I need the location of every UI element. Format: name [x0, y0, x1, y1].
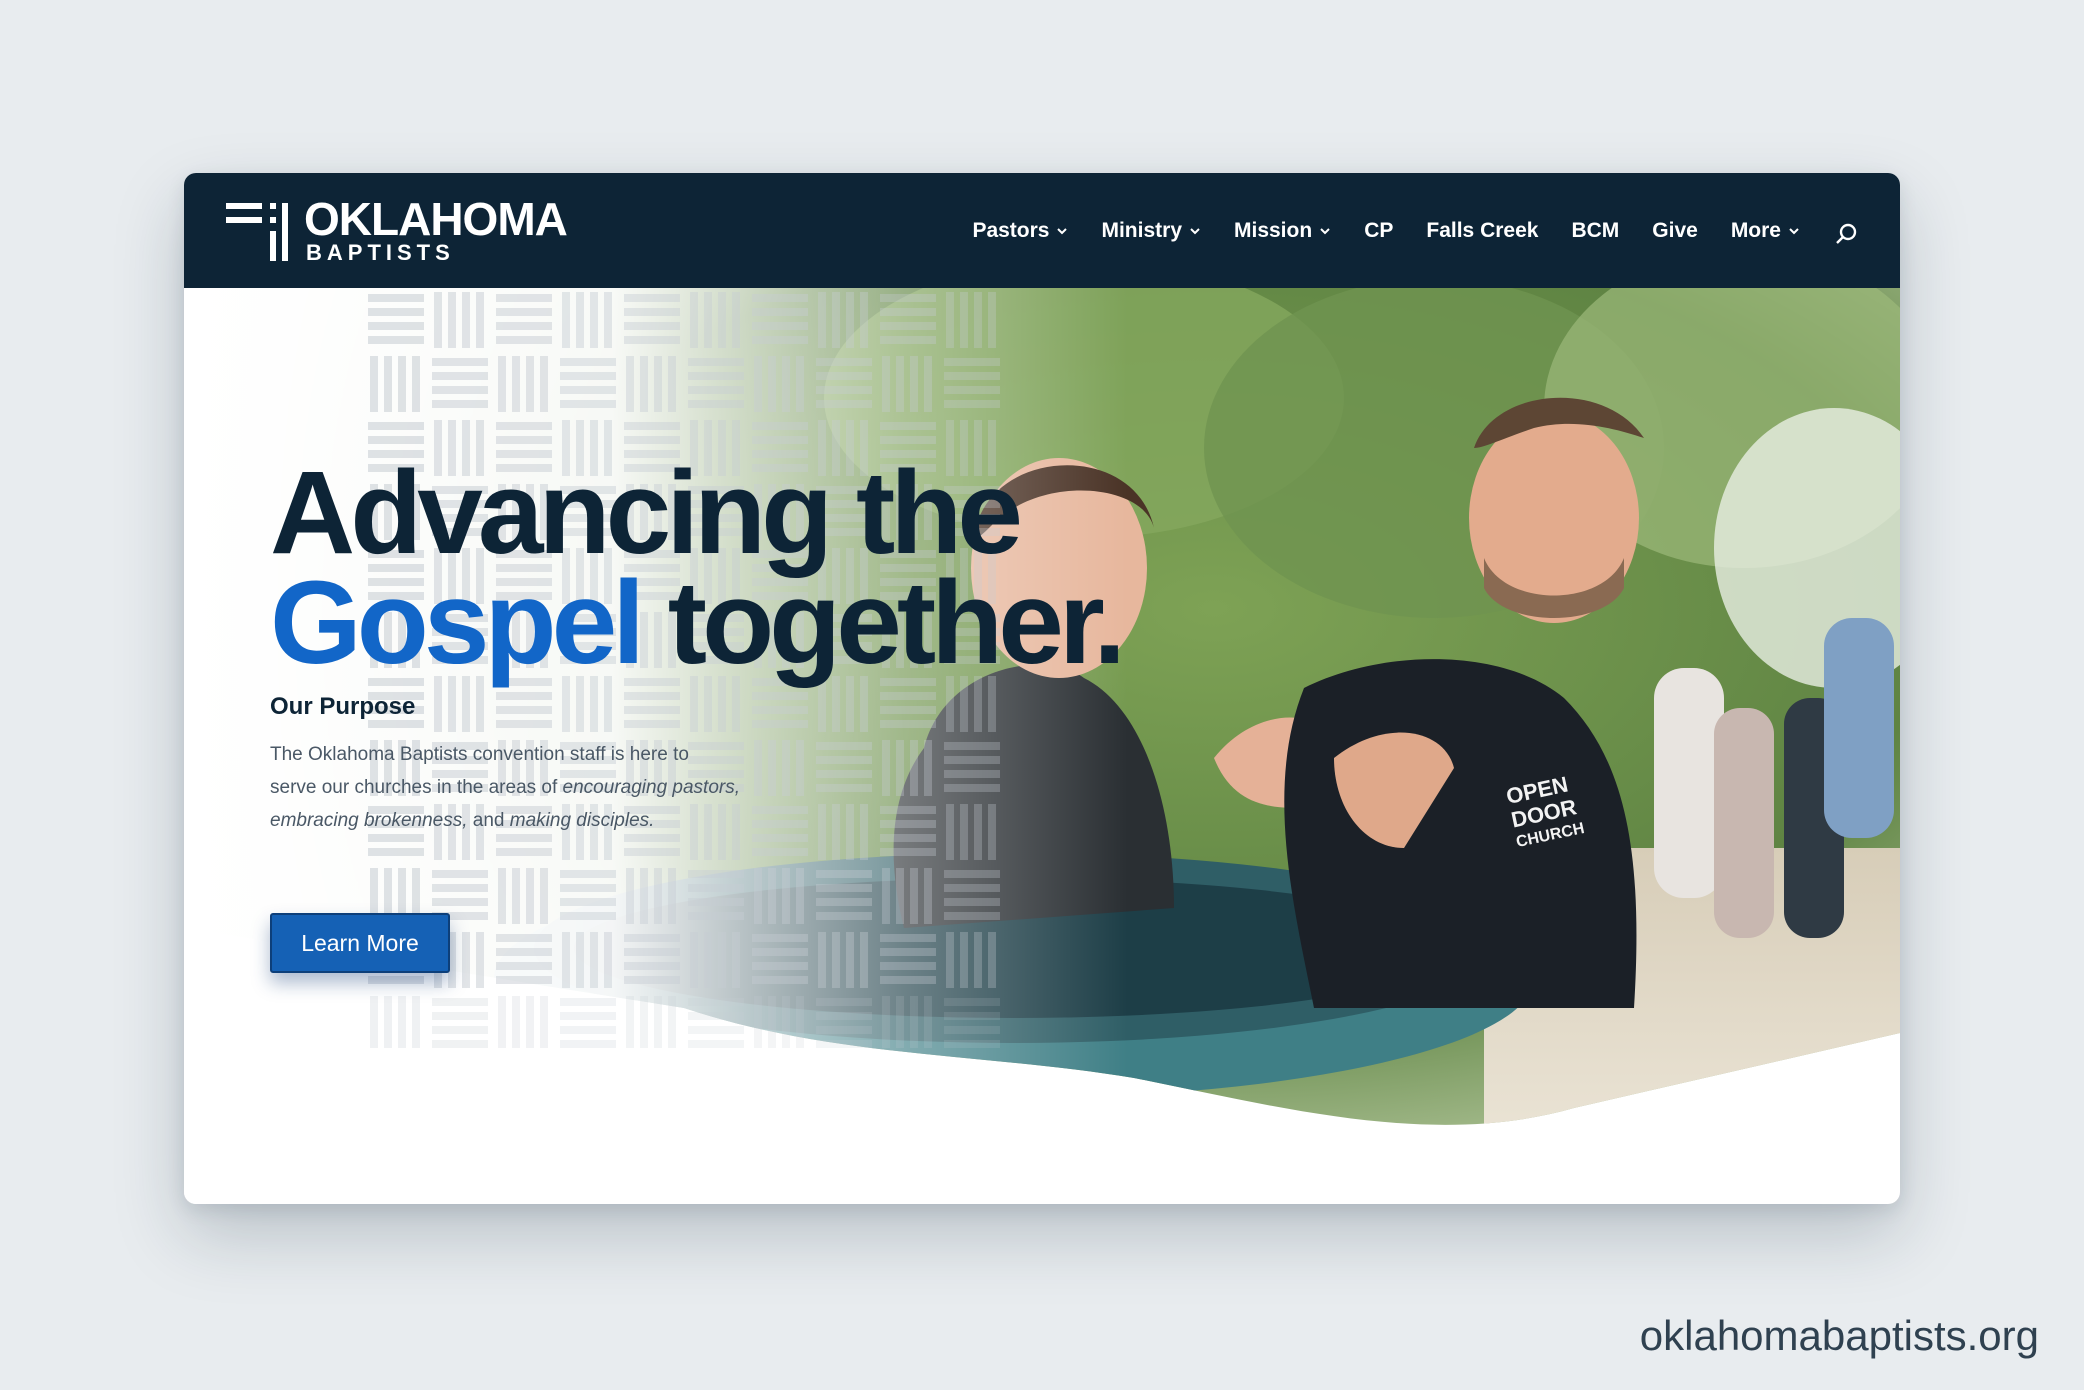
nav-item-bcm[interactable]: BCM: [1571, 219, 1619, 243]
purpose-text-part: and: [467, 810, 510, 831]
page: OKLAHOMA BAPTISTS Pastors Ministry Missi…: [0, 0, 2084, 1390]
chevron-down-icon: [1057, 227, 1068, 234]
headline-rest: together.: [639, 557, 1126, 689]
nav-label: BCM: [1571, 218, 1620, 242]
browser-window: OKLAHOMA BAPTISTS Pastors Ministry Missi…: [184, 173, 1900, 1204]
nav-item-more[interactable]: More: [1731, 219, 1800, 243]
nav-label: Ministry: [1101, 218, 1182, 242]
nav-item-falls-creek[interactable]: Falls Creek: [1426, 219, 1538, 243]
nav-label: More: [1730, 218, 1781, 242]
logo-title: OKLAHOMA: [304, 193, 568, 245]
nav-label: Give: [1652, 218, 1698, 242]
purpose-emphasis: making disciples.: [509, 810, 655, 831]
logo-subtitle: BAPTISTS: [306, 240, 455, 265]
nav-item-pastors[interactable]: Pastors: [972, 219, 1068, 243]
chevron-down-icon: [1789, 227, 1799, 234]
headline-highlight: Gospel: [270, 557, 645, 689]
hero-headline: Advancing the Gospel together.: [270, 454, 1126, 682]
nav-item-mission[interactable]: Mission: [1234, 219, 1331, 243]
learn-more-button[interactable]: Learn More: [270, 913, 450, 973]
site-domain: oklahomabaptists.org: [1639, 1312, 2039, 1359]
site-logo[interactable]: OKLAHOMA BAPTISTS: [226, 193, 568, 267]
logo-mark-icon: [226, 203, 288, 261]
main-nav: Pastors Ministry Mission CP Falls Creek: [939, 173, 1860, 288]
nav-item-cp[interactable]: CP: [1364, 219, 1393, 243]
site-header: OKLAHOMA BAPTISTS Pastors Ministry Missi…: [184, 173, 1900, 288]
nav-label: CP: [1364, 218, 1394, 242]
hero-section: OPEN DOOR CHURCH Advancing the Gospel to…: [184, 288, 1900, 1204]
nav-item-give[interactable]: Give: [1652, 219, 1698, 243]
search-icon[interactable]: [1834, 221, 1860, 247]
nav-label: Falls Creek: [1426, 218, 1539, 242]
nav-item-ministry[interactable]: Ministry: [1101, 219, 1201, 243]
purpose-text: The Oklahoma Baptists convention staff i…: [270, 738, 740, 837]
chevron-down-icon: [1190, 227, 1200, 234]
nav-label: Pastors: [972, 218, 1050, 242]
chevron-down-icon: [1320, 227, 1330, 234]
purpose-title: Our Purpose: [270, 693, 416, 720]
nav-label: Mission: [1234, 218, 1313, 242]
logo-text: OKLAHOMA BAPTISTS: [304, 193, 568, 265]
